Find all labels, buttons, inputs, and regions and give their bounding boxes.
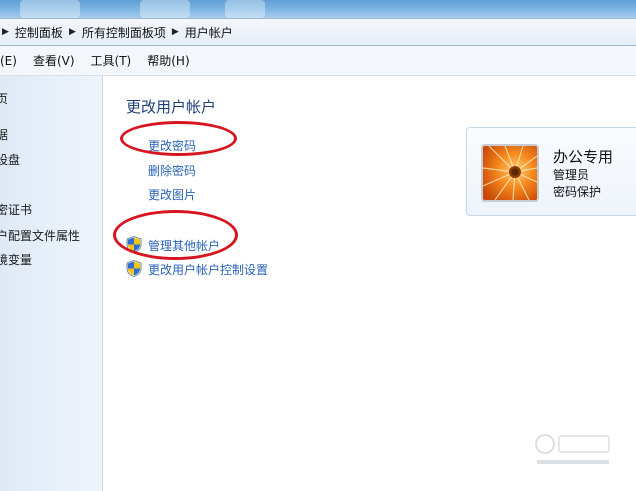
page-title: 更改用户帐户 [126,98,217,116]
left-nav-item[interactable]: 境变量 [0,251,32,268]
change-picture-link[interactable]: 更改图片 [148,186,196,203]
annotation-circle [120,121,237,156]
arrow-right-icon[interactable]: ▶ [2,27,9,37]
left-nav-item[interactable]: 密证书 [0,201,32,218]
remove-password-link[interactable]: 删除密码 [148,162,196,179]
breadcrumb-all-items[interactable]: 所有控制面板项 [82,24,166,41]
left-nav-item[interactable]: 设盘 [0,151,20,168]
uac-settings-link[interactable]: 更改用户帐户控制设置 [148,261,268,278]
breadcrumb-user-accounts[interactable]: 用户帐户 [185,24,233,41]
window: ▶ 控制面板 ▶ 所有控制面板项 ▶ 用户帐户 (E) 查看(V) 工具(T) … [0,0,636,491]
glass-highlight [140,0,190,18]
breadcrumb-control-panel[interactable]: 控制面板 [15,24,63,41]
menu-edit[interactable]: (E) [0,54,17,68]
menu-tools[interactable]: 工具(T) [91,52,132,69]
menu-view[interactable]: 查看(V) [33,52,75,69]
annotation-circle [113,210,238,260]
glass-highlight [225,0,265,18]
arrow-right-icon[interactable]: ▶ [172,27,179,37]
arrow-right-icon[interactable]: ▶ [69,27,76,37]
glass-highlight [20,0,80,18]
main-content: 更改用户帐户 更改密码 删除密码 更改图片 管理其他帐户 更改用户帐户控制设置 [103,76,636,491]
flower-icon [481,144,539,202]
account-card: 办公专用 管理员 密码保护 [466,127,636,216]
address-bar[interactable]: ▶ 控制面板 ▶ 所有控制面板项 ▶ 用户帐户 [0,18,636,46]
left-nav-item[interactable]: 页 [0,90,8,107]
left-nav-item[interactable]: 据 [0,126,8,143]
menu-bar: (E) 查看(V) 工具(T) 帮助(H) [0,46,636,76]
account-status: 密码保护 [553,185,602,199]
watermark-logo [535,434,610,464]
account-role: 管理员 [553,168,590,182]
account-name: 办公专用 [553,148,614,166]
uac-shield-icon [126,260,142,277]
left-nav-item[interactable]: 户配置文件属性 [0,227,80,244]
left-nav-pane: 页 据 设盘 密证书 户配置文件属性 境变量 [0,76,103,491]
flower-image [483,146,537,200]
menu-help[interactable]: 帮助(H) [147,52,189,69]
window-glass [0,0,636,18]
